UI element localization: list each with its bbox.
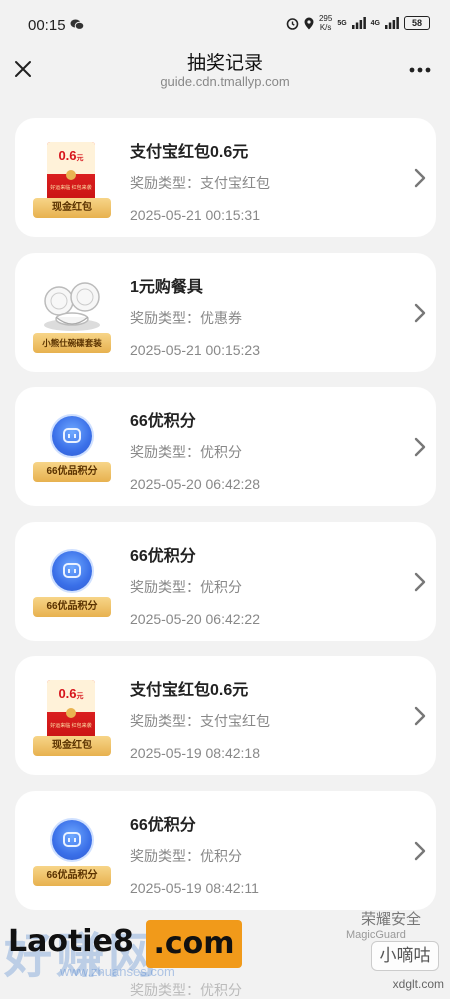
network-speed-unit: K/s	[319, 23, 332, 32]
record-time: 2025-05-20 06:42:28	[130, 476, 260, 492]
record-type-value: 优惠券	[200, 309, 242, 326]
thumbnail-ribbon: 66优品积分	[33, 865, 111, 886]
record-type-value: 支付宝红包	[200, 175, 270, 191]
coin-face	[63, 831, 81, 847]
thumbnail-ribbon: 现金红包	[33, 198, 111, 218]
watermark-xiaodigu: 小嘀咕	[371, 941, 439, 971]
record-type-label: 奖励类型：	[130, 444, 200, 460]
record-type: 奖励类型：支付宝红包	[130, 173, 270, 193]
battery-icon: 58	[404, 16, 430, 30]
dishes-icon	[44, 281, 100, 331]
record-name: 66优积分	[130, 413, 196, 430]
red-envelope-thumbnail: 0.6元 好运来临 红包来袭 现金红包	[33, 136, 111, 218]
record-type-label: 奖励类型：	[130, 847, 200, 864]
record-name: 支付宝红包0.6元	[130, 682, 249, 699]
record-card[interactable]: 小熊仕碗碟套装 1元购餐具 奖励类型：优惠券 2025-05-21 00:15:…	[15, 252, 436, 372]
record-card[interactable]: 66优品积分 66优积分 奖励类型：优积分 2025-05-19 08:42:1…	[15, 790, 436, 910]
points-coin-icon	[52, 819, 92, 860]
nav-bar: 抽奖记录 guide.cdn.tmallyp.com	[0, 40, 450, 100]
watermark-magicguard: MagicGuard	[346, 929, 406, 941]
status-indicators: 295 K/s 5G 4G 58	[286, 14, 430, 32]
more-button[interactable]	[408, 60, 432, 80]
record-type-label: 奖励类型：	[130, 309, 200, 326]
page-title: 抽奖记录	[186, 53, 263, 74]
envelope-amount-value: 0.6	[58, 686, 77, 701]
envelope-caption: 好运来临 红包来袭	[50, 723, 92, 729]
points-coin-thumbnail: 66优品积分	[33, 540, 111, 622]
record-card[interactable]: 66优品积分 66优积分 奖励类型：优积分 2025-05-20 06:42:2…	[15, 521, 436, 641]
points-coin-thumbnail: 66优品积分	[33, 405, 111, 487]
chevron-right-icon[interactable]	[412, 436, 428, 458]
record-card[interactable]: 66优品积分 66优积分 奖励类型：优积分 2025-05-20 06:42:2…	[15, 387, 436, 506]
record-card[interactable]: 0.6元 好运来临 红包来袭 现金红包 支付宝红包0.6元 奖励类型：支付宝红包…	[15, 118, 436, 237]
record-name: 1元购餐具	[130, 278, 203, 296]
envelope-amount-unit: 元	[76, 155, 84, 162]
record-time: 2025-05-20 06:42:22	[130, 610, 260, 627]
alarm-icon	[286, 17, 299, 30]
thumbnail-ribbon: 66优品积分	[33, 462, 111, 482]
points-coin-icon	[52, 550, 92, 591]
thumbnail-ribbon: 小熊仕碗碟套装	[33, 332, 111, 353]
record-list: 0.6元 好运来临 红包来袭 现金红包 支付宝红包0.6元 奖励类型：支付宝红包…	[15, 118, 436, 925]
chevron-right-icon[interactable]	[412, 302, 428, 324]
record-type-label: 奖励类型：	[130, 578, 200, 595]
record-type: 奖励类型：支付宝红包	[130, 711, 270, 731]
more-icon	[409, 67, 431, 73]
record-time: 2025-05-19 08:42:11	[130, 879, 259, 896]
thumbnail-ribbon: 现金红包	[33, 736, 111, 756]
record-type-value: 支付宝红包	[200, 713, 270, 729]
watermark-honor-security: 荣耀安全	[361, 911, 422, 928]
envelope-caption: 好运来临 红包来袭	[50, 185, 92, 191]
red-envelope-thumbnail: 0.6元 好运来临 红包来袭 现金红包	[33, 674, 111, 756]
envelope-amount: 0.6元	[47, 148, 95, 163]
record-time: 2025-05-21 00:15:23	[130, 341, 260, 358]
chevron-right-icon[interactable]	[412, 705, 428, 727]
red-envelope-icon: 0.6元 好运来临 红包来袭	[47, 142, 95, 204]
envelope-amount: 0.6元	[47, 686, 95, 701]
record-type-value: 优积分	[200, 444, 242, 460]
network-speed: 295 K/s	[319, 14, 332, 32]
record-type-label: 奖励类型：	[130, 175, 200, 191]
record-type: 奖励类型：优惠券	[130, 308, 242, 328]
coin-face	[63, 562, 81, 578]
chevron-right-icon[interactable]	[412, 571, 428, 593]
network-speed-value: 295	[318, 14, 333, 23]
signal-4g-label: 4G	[370, 19, 380, 27]
envelope-amount-unit: 元	[76, 693, 84, 700]
record-type-value: 优积分	[200, 578, 242, 595]
record-time: 2025-05-21 00:15:31	[130, 207, 260, 223]
signal-5g-label: 5G	[337, 19, 347, 27]
record-type: 奖励类型：优积分	[130, 577, 242, 597]
record-type: 奖励类型：优积分	[130, 442, 242, 462]
record-name: 66优积分	[130, 816, 196, 834]
envelope-seal	[66, 170, 76, 180]
watermark-xdglt: xdglt.com	[392, 977, 444, 991]
envelope-seal	[66, 708, 76, 718]
record-name: 66优积分	[130, 547, 196, 565]
record-time: 2025-05-19 08:42:18	[130, 745, 260, 761]
status-time: 00:15	[28, 17, 66, 34]
record-type: 奖励类型：优积分	[130, 846, 242, 866]
thumbnail-ribbon: 66优品积分	[33, 596, 111, 617]
record-card[interactable]: 0.6元 好运来临 红包来袭 现金红包 支付宝红包0.6元 奖励类型：支付宝红包…	[15, 656, 436, 775]
record-type-value: 优积分	[200, 847, 242, 864]
envelope-amount-value: 0.6	[58, 148, 77, 163]
dishes-thumbnail: 小熊仕碗碟套装	[33, 271, 111, 353]
watermark-laotie: Laotie8	[8, 924, 134, 959]
red-envelope-icon: 0.6元 好运来临 红包来袭	[47, 680, 95, 742]
location-icon	[304, 17, 314, 29]
signal-bars-icon-2	[385, 17, 399, 29]
chevron-right-icon[interactable]	[412, 840, 428, 862]
record-name: 支付宝红包0.6元	[130, 144, 249, 161]
wechat-icon	[70, 19, 84, 30]
watermark-com: .com	[146, 920, 242, 968]
signal-bars-icon	[351, 17, 366, 29]
record-type-label: 奖励类型：	[130, 713, 200, 729]
points-coin-icon	[52, 416, 92, 456]
points-coin-thumbnail: 66优品积分	[33, 809, 111, 891]
coin-face	[63, 428, 81, 443]
page-url: guide.cdn.tmallyp.com	[160, 74, 290, 89]
chevron-right-icon[interactable]	[412, 167, 428, 189]
